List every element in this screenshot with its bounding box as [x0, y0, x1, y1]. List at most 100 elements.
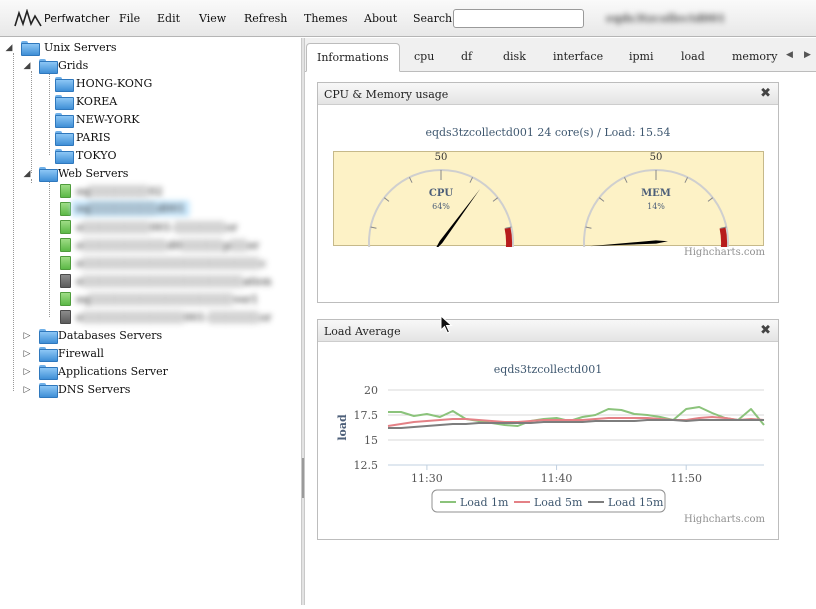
gauge-subtitle: eqds3tzcollectd001 24 core(s) / Load: 15…: [425, 126, 671, 139]
tree-node-server-selected[interactable]: eq░░░░░░░░d001: [60, 201, 260, 220]
tree-node-grids[interactable]: ◢ Grids: [22, 58, 222, 76]
folder-icon: [55, 149, 74, 164]
tree-node-web-servers[interactable]: ◢ Web Servers: [22, 166, 222, 184]
tree-node-unix-servers[interactable]: ◢ Unix Servers: [4, 40, 204, 58]
server-icon: [60, 184, 71, 198]
gauge-label: MEM: [641, 188, 671, 199]
tab-ipmi[interactable]: ipmi: [619, 43, 664, 72]
gauge-danger-band: [713, 227, 727, 275]
expand-icon[interactable]: ▷: [22, 385, 32, 395]
tree-node-grid[interactable]: HONG-KONG: [55, 76, 255, 94]
tree-node-server[interactable]: e░░░░░░░░░░░░░░░░░░░░░c: [60, 256, 266, 274]
collapse-icon[interactable]: ◢: [22, 169, 32, 179]
tree-node-grid[interactable]: TOKYO: [55, 148, 255, 166]
tree-node-databases-servers[interactable]: ▷ Databases Servers: [22, 328, 222, 346]
tree-label: Databases Servers: [58, 329, 163, 342]
x-tick-label: 11:50: [670, 472, 702, 485]
tree-node-dns-servers[interactable]: ▷ DNS Servers: [22, 382, 222, 400]
mouse-cursor-icon: [440, 315, 453, 334]
legend-item: Load 1m: [460, 496, 509, 509]
tab-bar: Informations cpu df disk interface ipmi …: [305, 38, 816, 72]
collapse-icon[interactable]: ◢: [22, 61, 32, 71]
tree-node-server[interactable]: e░░░░░░░░░░d0░░░░░p░░er: [60, 238, 260, 256]
gauge-danger-band: [498, 227, 512, 275]
tree-label: TOKYO: [76, 149, 117, 162]
folder-icon: [55, 131, 74, 146]
tab-disk[interactable]: disk: [493, 43, 536, 72]
folder-icon: [55, 95, 74, 110]
folder-icon: [39, 167, 58, 182]
tree-node-grid[interactable]: KOREA: [55, 94, 255, 112]
menu-view[interactable]: View: [199, 12, 226, 25]
tab-scroll-right-icon[interactable]: ▶: [804, 50, 811, 60]
menu-refresh[interactable]: Refresh: [244, 12, 287, 25]
panel-title: Load Average: [324, 325, 401, 338]
gauge-value-label: 64%: [432, 202, 450, 211]
tab-informations[interactable]: Informations: [306, 43, 400, 72]
close-icon[interactable]: ✖: [760, 86, 771, 101]
tree-node-grid[interactable]: PARIS: [55, 130, 255, 148]
gauge-chart: 050100CPU64%050100MEM14%: [333, 151, 764, 307]
splitter-grip[interactable]: [302, 458, 304, 498]
gauge-tick: [492, 197, 499, 202]
tree-node-applications-server[interactable]: ▷ Applications Server: [22, 364, 222, 382]
folder-icon: [21, 41, 40, 56]
folder-icon: [39, 383, 58, 398]
tab-cpu[interactable]: cpu: [404, 43, 444, 72]
load-chart-svg: eqds3tzcollectd001 20 17.5 15 12.5 load 11:30 1…: [336, 363, 765, 513]
collapse-icon[interactable]: ◢: [4, 43, 14, 53]
tab-memory[interactable]: memory: [722, 43, 787, 72]
series-line: [388, 419, 764, 429]
tab-load[interactable]: load: [671, 43, 715, 72]
tree-label: Web Servers: [58, 167, 129, 180]
close-icon[interactable]: ✖: [760, 323, 771, 338]
x-tick-label: 11:40: [541, 472, 573, 485]
server-tree: ◢ Unix Servers ◢ Grids HONG-KONG KOREA N…: [0, 38, 301, 605]
gauge-tick: [623, 177, 628, 183]
gauge-label: CPU: [429, 188, 453, 199]
menu-about[interactable]: About: [364, 12, 397, 25]
tree-label: DNS Servers: [58, 383, 131, 396]
tree-node-server[interactable]: eq░░░░░░░░░░░░░░░░░ver1: [60, 292, 260, 310]
gauge-tick: [598, 197, 605, 202]
tree-label: e░░░░░░░░001-░░░░░░or: [76, 221, 238, 234]
menu-edit[interactable]: Edit: [157, 12, 180, 25]
tree-label: NEW-YORK: [76, 113, 140, 126]
tree-node-server[interactable]: e░░░░░░░░░░░░001-░░░░░░or: [60, 310, 271, 328]
tab-interface[interactable]: interface: [543, 43, 613, 72]
tree-node-firewall[interactable]: ▷ Firewall: [22, 346, 222, 364]
tree-node-server[interactable]: e░░░░░░░░001-░░░░░░or: [60, 220, 260, 238]
x-tick-label: 11:30: [411, 472, 443, 485]
tree-node-server[interactable]: eq░░░░░░░02: [60, 184, 260, 202]
y-tick-label: 15: [364, 434, 378, 447]
folder-icon: [39, 347, 58, 362]
expand-icon[interactable]: ▷: [22, 331, 32, 341]
search-label: Search: [413, 12, 453, 25]
tree-label: e░░░░░░░░░░░░001-░░░░░░or: [76, 311, 272, 324]
folder-icon: [39, 365, 58, 380]
y-tick-label: 20: [364, 384, 378, 397]
gauge-value-label: 14%: [647, 202, 665, 211]
search-input[interactable]: [453, 9, 584, 28]
tree-label: KOREA: [76, 95, 118, 108]
panel-header: CPU & Memory usage ✖: [318, 83, 778, 105]
tree-node-grid[interactable]: NEW-YORK: [55, 112, 255, 130]
gauge-tick: [585, 226, 592, 229]
gauge-needle: [590, 240, 668, 247]
menu-themes[interactable]: Themes: [304, 12, 348, 25]
folder-icon: [55, 113, 74, 128]
menu-file[interactable]: File: [119, 12, 140, 25]
tree-node-server[interactable]: e░░░░░░░░░░░░░░░░░░░ation: [60, 274, 271, 292]
tab-df[interactable]: df: [451, 43, 482, 72]
chart-credits[interactable]: Highcharts.com: [684, 247, 765, 258]
expand-icon[interactable]: ▷: [22, 367, 32, 377]
gauge-tick: [370, 226, 377, 229]
gauge-tick: [469, 177, 474, 183]
folder-icon: [39, 329, 58, 344]
expand-icon[interactable]: ▷: [22, 349, 32, 359]
pane-splitter[interactable]: [301, 38, 305, 605]
tab-scroll-left-icon[interactable]: ◀: [786, 50, 793, 60]
tree-label: Unix Servers: [44, 41, 117, 54]
chart-credits[interactable]: Highcharts.com: [684, 514, 765, 525]
panel-header: Load Average ✖: [318, 320, 778, 342]
